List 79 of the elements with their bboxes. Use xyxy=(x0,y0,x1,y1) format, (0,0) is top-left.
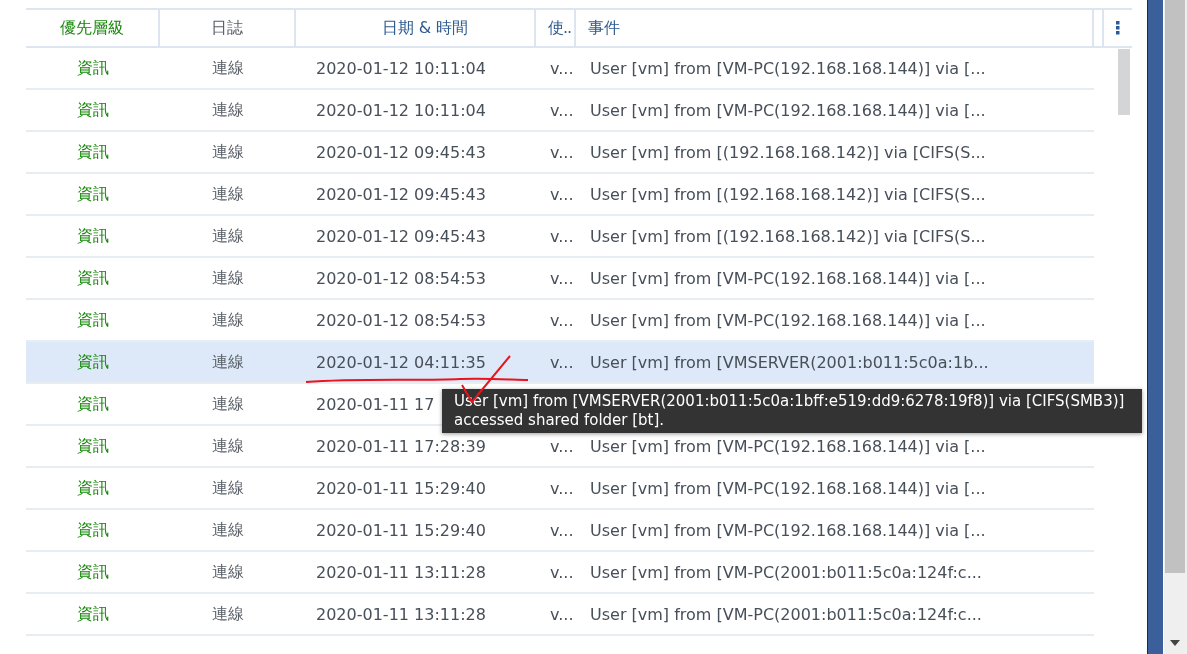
priority-cell: 資訊 xyxy=(77,561,109,581)
scroll-down-arrow-icon[interactable] xyxy=(1170,640,1181,646)
log-cell: 連線 xyxy=(212,99,244,119)
datetime-cell: 2020-01-12 10:11:04 xyxy=(316,100,486,120)
datetime-cell: 2020-01-11 17 xyxy=(316,394,435,414)
log-cell: 連線 xyxy=(212,519,244,539)
log-cell: 連線 xyxy=(212,267,244,287)
user-cell: v... xyxy=(550,100,574,120)
scrollbar-thumb[interactable] xyxy=(1118,49,1130,115)
priority-cell: 資訊 xyxy=(77,267,109,287)
datetime-cell: 2020-01-11 15:29:40 xyxy=(316,520,486,540)
user-cell: v... xyxy=(550,436,574,456)
log-cell: 連線 xyxy=(212,351,244,371)
user-cell: v... xyxy=(550,226,574,246)
priority-cell: 資訊 xyxy=(77,435,109,455)
column-header[interactable]: 日誌 xyxy=(160,10,296,46)
column-header[interactable]: 優先層級 xyxy=(26,10,160,46)
user-cell: v... xyxy=(550,58,574,78)
log-cell: 連線 xyxy=(212,141,244,161)
user-cell: v... xyxy=(550,478,574,498)
datetime-cell: 2020-01-12 09:45:43 xyxy=(316,142,486,162)
event-cell: User [vm] from [VM-PC(192.168.168.144)] via [... xyxy=(590,268,986,288)
log-cell: 連線 xyxy=(212,183,244,203)
datetime-cell: 2020-01-11 15:29:40 xyxy=(316,478,486,498)
event-cell: User [vm] from [(192.168.168.142)] via [CIFS(S... xyxy=(590,226,986,246)
datetime-cell: 2020-01-12 10:11:04 xyxy=(316,58,486,78)
datetime-cell: 2020-01-11 13:11:28 xyxy=(316,562,486,582)
priority-cell: 資訊 xyxy=(77,519,109,539)
event-cell: User [vm] from [(192.168.168.142)] via [CIFS(S... xyxy=(590,184,986,204)
scrollbar[interactable] xyxy=(1163,0,1187,654)
event-cell: User [vm] from [VM-PC(2001:b011:5c0a:124f:c... xyxy=(590,604,982,624)
priority-cell: 資訊 xyxy=(77,225,109,245)
column-header[interactable]: 使.. xyxy=(536,10,576,46)
tooltip: User [vm] from [VMSERVER(2001:b011:5c0a:1bff:e519:dd9:6278:19f8)] via [CIFS(SMB3)] accessed shared folder [bt]. xyxy=(442,389,1142,433)
datetime-cell: 2020-01-11 13:11:28 xyxy=(316,604,486,624)
event-cell: User [vm] from [VM-PC(192.168.168.144)] via [... xyxy=(590,478,986,498)
event-cell: User [vm] from [VM-PC(192.168.168.144)] via [... xyxy=(590,58,986,78)
user-cell: v... xyxy=(550,520,574,540)
column-header[interactable]: 事件 xyxy=(576,10,1094,46)
datetime-cell: 2020-01-12 09:45:43 xyxy=(316,184,486,204)
user-cell: v... xyxy=(550,184,574,204)
user-cell: v... xyxy=(550,352,574,372)
priority-cell: 資訊 xyxy=(77,141,109,161)
log-cell: 連線 xyxy=(212,477,244,497)
event-cell: User [vm] from [VM-PC(2001:b011:5c0a:124f:c... xyxy=(590,562,982,582)
user-cell: v... xyxy=(550,142,574,162)
user-cell: v... xyxy=(550,268,574,288)
priority-cell: 資訊 xyxy=(77,603,109,623)
priority-cell: 資訊 xyxy=(77,57,109,77)
user-cell: v... xyxy=(550,604,574,624)
user-cell: v... xyxy=(550,562,574,582)
datetime-cell: 2020-01-12 09:45:43 xyxy=(316,226,486,246)
selected-row[interactable]: 資訊 連線 2020-01-12 04:11:35 v... User [vm] from [VMSERVER(2001:b011:5c0a:1b... xyxy=(26,342,1094,384)
event-cell: User [vm] from [VM-PC(192.168.168.144)] via [... xyxy=(590,100,986,120)
log-cell: 連線 xyxy=(212,225,244,245)
event-cell: User [vm] from [VM-PC(192.168.168.144)] via [... xyxy=(590,310,986,330)
log-cell: 連線 xyxy=(212,603,244,623)
event-cell: User [vm] from [(192.168.168.142)] via [CIFS(S... xyxy=(590,142,986,162)
priority-cell: 資訊 xyxy=(77,477,109,497)
event-cell: User [vm] from [VM-PC(192.168.168.144)] via [... xyxy=(590,436,986,456)
log-cell: 連線 xyxy=(212,393,244,413)
event-cell: User [vm] from [VMSERVER(2001:b011:5c0a:1b... xyxy=(590,352,989,372)
priority-cell: 資訊 xyxy=(77,99,109,119)
event-cell: User [vm] from [VM-PC(192.168.168.144)] via [... xyxy=(590,520,986,540)
priority-cell: 資訊 xyxy=(77,309,109,329)
log-cell: 連線 xyxy=(212,561,244,581)
priority-cell: 資訊 xyxy=(77,183,109,203)
datetime-cell: 2020-01-11 17:28:39 xyxy=(316,436,486,456)
log-cell: 連線 xyxy=(212,57,244,77)
priority-cell: 資訊 xyxy=(77,393,109,413)
datetime-cell: 2020-01-12 04:11:35 xyxy=(316,352,486,372)
log-cell: 連線 xyxy=(212,435,244,455)
datetime-cell: 2020-01-12 08:54:53 xyxy=(316,268,486,288)
log-cell: 連線 xyxy=(212,309,244,329)
menu-icon[interactable] xyxy=(1116,21,1120,35)
column-header[interactable]: 日期 & 時間 xyxy=(296,10,536,46)
priority-cell: 資訊 xyxy=(77,351,109,371)
datetime-cell: 2020-01-12 08:54:53 xyxy=(316,310,486,330)
user-cell: v... xyxy=(550,310,574,330)
